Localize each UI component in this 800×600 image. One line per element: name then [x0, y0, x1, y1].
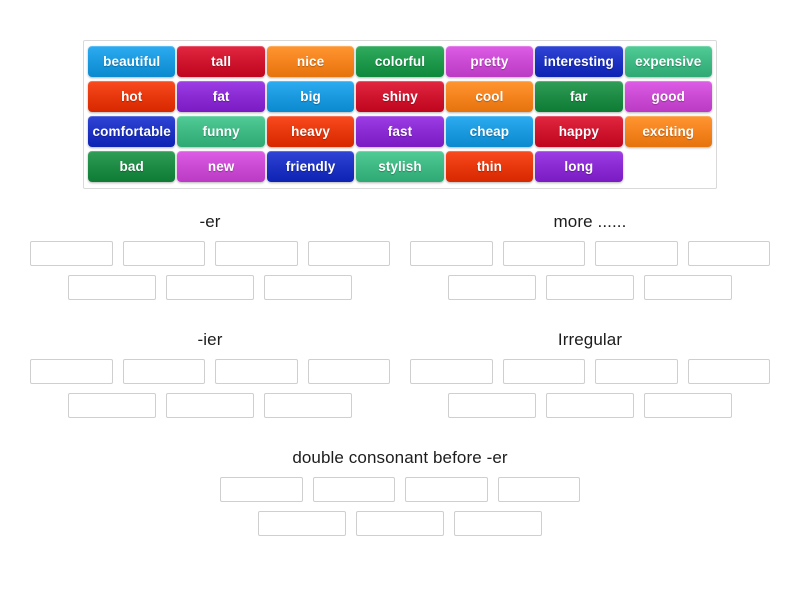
group-sort-activity: beautiful tall nice colorful pretty interesti… [0, 0, 800, 600]
word-tile-comfortable[interactable]: comfortable [88, 116, 176, 147]
drop-slot-irreg-1-2[interactable] [502, 359, 585, 384]
drop-slot-irreg-2-3[interactable] [644, 393, 732, 418]
word-bank-row: beautiful tall nice colorful pretty interesti… [87, 45, 713, 80]
word-tile-placeholder [625, 151, 712, 182]
category-group-ier: -ier [25, 330, 395, 427]
category-group-irregular: Irregular [405, 330, 775, 427]
word-tile-interesting[interactable]: interesting [535, 46, 623, 77]
drop-slot-er-1-4[interactable] [307, 241, 390, 266]
category-title-irregular: Irregular [557, 330, 623, 349]
category-group-double-consonant: double consonant before -er [215, 448, 585, 545]
drop-slot-more-2-3[interactable] [644, 275, 732, 300]
slot-row [405, 359, 775, 384]
word-tile-friendly[interactable]: friendly [266, 151, 355, 182]
drop-slot-more-1-4[interactable] [687, 241, 770, 266]
word-tile-pretty[interactable]: pretty [445, 46, 534, 77]
drop-slot-ier-1-3[interactable] [215, 359, 298, 384]
drop-slot-more-2-2[interactable] [546, 275, 634, 300]
word-tile-happy[interactable]: happy [535, 116, 623, 147]
word-tile-big[interactable]: big [266, 81, 355, 112]
drop-slot-irreg-1-3[interactable] [595, 359, 678, 384]
word-bank-row: hot fat big shiny cool far good [87, 80, 713, 115]
word-tile-exciting[interactable]: exciting [624, 116, 712, 147]
word-tile-expensive[interactable]: expensive [624, 46, 712, 77]
word-tile-fast[interactable]: fast [356, 116, 444, 147]
category-title-double-consonant: double consonant before -er [292, 448, 508, 467]
slot-row [215, 477, 585, 502]
word-tile-beautiful[interactable]: beautiful [88, 46, 176, 77]
drop-slot-irreg-2-1[interactable] [448, 393, 536, 418]
category-title-er: -er [199, 212, 221, 231]
word-bank: beautiful tall nice colorful pretty interesti… [83, 40, 717, 189]
category-slots-ier [25, 359, 395, 418]
slot-row [405, 393, 775, 418]
drop-slot-double-2-2[interactable] [356, 511, 444, 536]
drop-slot-more-1-2[interactable] [502, 241, 585, 266]
category-title-more: more ...... [553, 212, 627, 231]
drop-slot-ier-1-2[interactable] [122, 359, 205, 384]
word-tile-good[interactable]: good [624, 81, 712, 112]
drop-slot-more-2-1[interactable] [448, 275, 536, 300]
word-tile-stylish[interactable]: stylish [356, 151, 444, 182]
slot-row [25, 241, 395, 266]
category-group-er: -er [25, 212, 395, 309]
word-tile-bad[interactable]: bad [88, 151, 176, 182]
drop-slot-double-1-2[interactable] [312, 477, 395, 502]
drop-slot-ier-2-3[interactable] [264, 393, 352, 418]
drop-slot-irreg-1-1[interactable] [410, 359, 493, 384]
word-tile-heavy[interactable]: heavy [266, 116, 355, 147]
drop-slot-er-2-1[interactable] [68, 275, 156, 300]
category-title-ier: -ier [197, 330, 223, 349]
word-tile-cheap[interactable]: cheap [445, 116, 534, 147]
word-tile-shiny[interactable]: shiny [356, 81, 444, 112]
drop-slot-double-1-1[interactable] [220, 477, 303, 502]
drop-slot-ier-2-2[interactable] [166, 393, 254, 418]
word-tile-new[interactable]: new [177, 151, 265, 182]
word-tile-nice[interactable]: nice [266, 46, 355, 77]
word-tile-long[interactable]: long [535, 151, 623, 182]
word-tile-colorful[interactable]: colorful [356, 46, 444, 77]
category-group-more: more ...... [405, 212, 775, 309]
drop-slot-double-2-3[interactable] [454, 511, 542, 536]
word-tile-hot[interactable]: hot [88, 81, 176, 112]
drop-slot-double-2-1[interactable] [258, 511, 346, 536]
slot-row [25, 275, 395, 300]
drop-slot-er-1-2[interactable] [122, 241, 205, 266]
word-bank-row: comfortable funny heavy fast cheap happy excit… [87, 115, 713, 150]
slot-row [405, 275, 775, 300]
drop-slot-irreg-1-4[interactable] [687, 359, 770, 384]
drop-slot-irreg-2-2[interactable] [546, 393, 634, 418]
category-slots-more [405, 241, 775, 300]
drop-slot-er-2-2[interactable] [166, 275, 254, 300]
drop-slot-er-1-1[interactable] [30, 241, 113, 266]
drop-slot-double-1-4[interactable] [497, 477, 580, 502]
drop-slot-er-1-3[interactable] [215, 241, 298, 266]
category-slots-irregular [405, 359, 775, 418]
drop-slot-ier-1-4[interactable] [307, 359, 390, 384]
word-tile-tall[interactable]: tall [177, 46, 265, 77]
slot-row [405, 241, 775, 266]
slot-row [25, 359, 395, 384]
slot-row [25, 393, 395, 418]
drop-slot-more-1-1[interactable] [410, 241, 493, 266]
drop-slot-ier-2-1[interactable] [68, 393, 156, 418]
drop-slot-double-1-3[interactable] [405, 477, 488, 502]
word-tile-far[interactable]: far [535, 81, 623, 112]
word-tile-funny[interactable]: funny [177, 116, 265, 147]
word-tile-fat[interactable]: fat [177, 81, 265, 112]
word-tile-cool[interactable]: cool [445, 81, 534, 112]
category-slots-double-consonant [215, 477, 585, 536]
drop-slot-ier-1-1[interactable] [30, 359, 113, 384]
slot-row [215, 511, 585, 536]
drop-slot-er-2-3[interactable] [264, 275, 352, 300]
word-bank-row: bad new friendly stylish thin long [87, 150, 713, 185]
word-tile-thin[interactable]: thin [445, 151, 534, 182]
category-slots-er [25, 241, 395, 300]
drop-slot-more-1-3[interactable] [595, 241, 678, 266]
